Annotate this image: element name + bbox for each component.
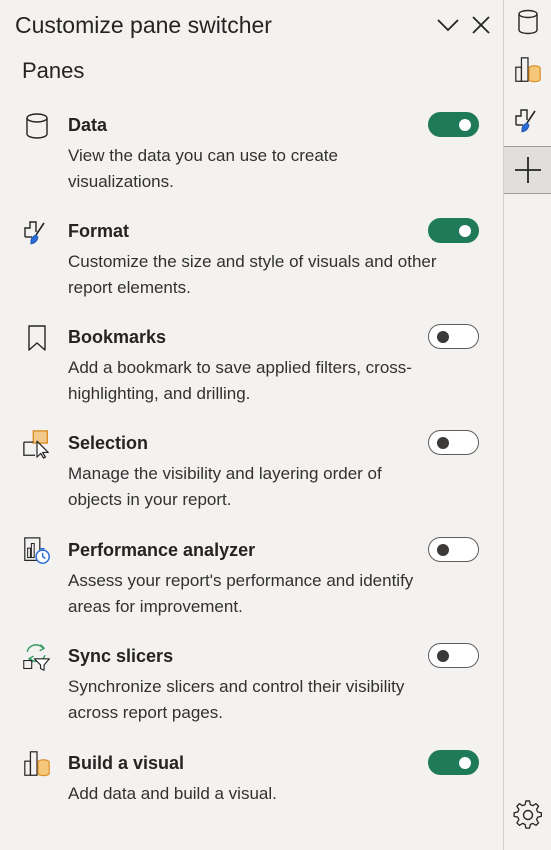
toggle-selection[interactable]	[428, 430, 479, 455]
pane-item-description: Customize the size and style of visuals …	[68, 252, 437, 297]
customize-pane-switcher-window: Customize pane switcher Panes Data View …	[0, 0, 551, 850]
toggle-knob	[437, 437, 449, 449]
pane-item-description: Add a bookmark to save applied filters, …	[68, 358, 412, 403]
pane-item-bookmarks: Bookmarks Add a bookmark to save applied…	[0, 323, 503, 423]
pane-title: Customize pane switcher	[15, 12, 272, 38]
build-visual-icon	[514, 57, 541, 83]
performance-stopwatch-icon	[22, 536, 52, 566]
rail-build-visual-button[interactable]	[504, 48, 551, 92]
pane-item-selection: Selection Manage the visibility and laye…	[0, 429, 503, 529]
pane-item-description: View the data you can use to create visu…	[68, 146, 338, 191]
pane-item-performance-analyzer: Performance analyzer Assess your report'…	[0, 536, 503, 636]
toggle-knob	[459, 225, 471, 237]
sync-filter-icon	[22, 642, 52, 672]
toggle-format[interactable]	[428, 218, 479, 243]
toggle-knob	[437, 650, 449, 662]
pane-item-description: Add data and build a visual.	[68, 784, 277, 803]
pane-item-description: Assess your report's performance and ide…	[68, 571, 414, 616]
pane-rail	[503, 0, 551, 850]
pane-header: Customize pane switcher	[15, 8, 495, 42]
pane-item-description: Manage the visibility and layering order…	[68, 464, 382, 509]
toggle-bookmarks[interactable]	[428, 324, 479, 349]
pane-item-name: Data	[68, 115, 108, 135]
build-visual-icon	[22, 749, 52, 779]
toggle-build-a-visual[interactable]	[428, 750, 479, 775]
format-paintbrush-icon	[22, 217, 52, 247]
collapse-button[interactable]	[433, 10, 463, 40]
bookmark-icon	[22, 323, 52, 353]
pane-item-sync-slicers: Sync slicers Synchronize slicers and con…	[0, 642, 503, 742]
pane-item-format: Format Customize the size and style of v…	[0, 217, 503, 317]
close-button[interactable]	[466, 10, 496, 40]
rail-format-button[interactable]	[504, 98, 551, 142]
panes-section-title: Panes	[22, 58, 85, 83]
selection-cursor-icon	[22, 429, 52, 459]
data-cylinder-icon	[517, 9, 538, 35]
close-icon	[472, 16, 490, 34]
pane-item-data: Data View the data you can use to create…	[0, 111, 503, 211]
toggle-sync-slicers[interactable]	[428, 643, 479, 668]
pane-item-description: Synchronize slicers and control their vi…	[68, 677, 405, 722]
pane-item-name: Performance analyzer	[68, 540, 256, 560]
toggle-performance-analyzer[interactable]	[428, 537, 479, 562]
pane-item-name: Selection	[68, 433, 149, 453]
toggle-knob	[437, 544, 449, 556]
pane-item-name: Bookmarks	[68, 327, 167, 347]
pane-item-name: Format	[68, 221, 130, 241]
format-paintbrush-icon	[514, 109, 536, 133]
rail-settings-button[interactable]	[504, 793, 551, 837]
pane-item-name: Sync slicers	[68, 646, 174, 666]
pane-switcher-panel: Customize pane switcher Panes Data View …	[0, 0, 503, 850]
rail-data-button[interactable]	[504, 0, 551, 44]
plus-icon	[514, 157, 541, 183]
chevron-down-icon	[437, 19, 459, 32]
rail-add-pane-button[interactable]	[504, 146, 551, 194]
toggle-knob	[459, 757, 471, 769]
pane-item-build-a-visual: Build a visual Add data and build a visu…	[0, 749, 503, 849]
pane-item-name: Build a visual	[68, 753, 185, 773]
toggle-data[interactable]	[428, 112, 479, 137]
data-cylinder-icon	[22, 111, 52, 141]
gear-icon	[512, 800, 542, 829]
toggle-knob	[459, 119, 471, 131]
toggle-knob	[437, 331, 449, 343]
